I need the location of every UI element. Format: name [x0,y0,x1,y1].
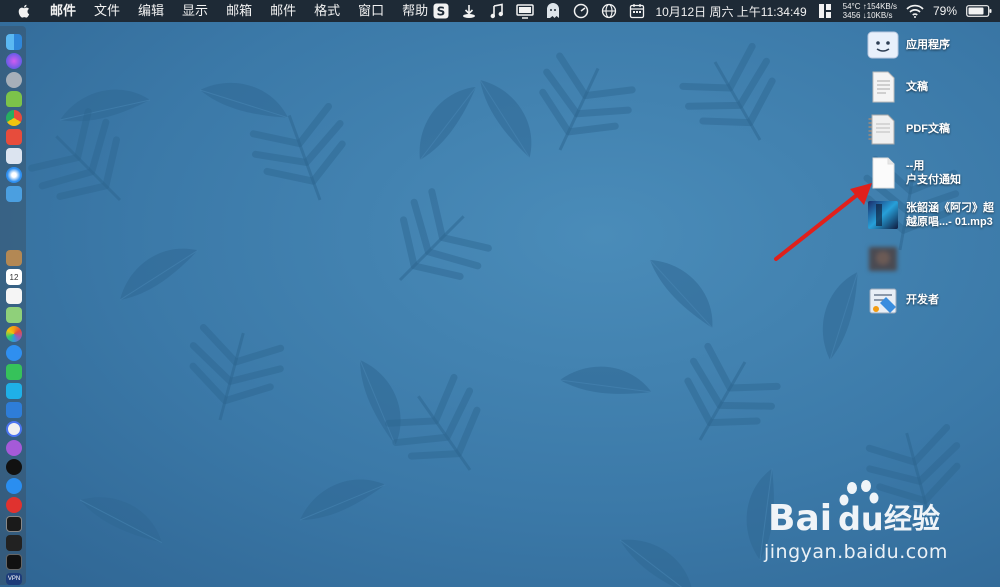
photos-icon[interactable] [6,326,22,342]
menu-bar: 邮件 文件 编辑 显示 邮箱 邮件 格式 窗口 帮助 S 10月12日 周六 上… [0,0,1000,22]
music-icon[interactable] [6,421,22,437]
menu-message[interactable]: 邮件 [261,0,305,22]
pdf-document-icon [868,114,895,145]
notes-brown-icon[interactable] [6,250,22,266]
desktop-item-mp3[interactable]: 张韶涵《阿刁》超 越原唱...- 01.mp3 [866,198,1000,232]
preview-photos-icon[interactable] [6,186,22,202]
desktop-item-pdf-documents[interactable]: PDF文稿 [866,112,1000,146]
desktop-item-label: 应用程序 [906,39,950,51]
baidu-du-text: du [838,500,884,538]
messages-icon[interactable] [6,345,22,361]
safari-icon[interactable] [6,167,22,183]
calendar-app-icon[interactable]: 12 [6,269,22,285]
desktop-item-payment-notice[interactable]: --用 户支付通知 [866,156,1000,190]
menu-mail-app[interactable]: 邮件 [44,0,85,22]
menu-file[interactable]: 文件 [85,0,129,22]
baidu-brand-text: Bai [768,498,832,538]
battery-percent[interactable]: 79% [933,4,957,18]
vpn-label: VPN [7,576,21,582]
baidu-url: jingyan.baidu.com [764,541,948,563]
baidu-jingyan-watermark: Bai du 经验 jingyan.baidu.com [760,478,960,568]
desktop-item-label: 张韶涵《阿刁》超 越原唱...- 01.mp3 [906,202,994,228]
network-stats[interactable]: 54°C ↑154KB/s 3456 ↓10KB/s [843,2,897,20]
cpu-temp-upload: 54°C ↑154KB/s [842,2,897,11]
desktop-item-label: 开发者 [906,294,939,306]
calendar-mini-icon[interactable] [6,129,22,145]
finder-folder-icon [867,31,899,59]
download-icon[interactable] [460,3,478,19]
clock-datetime[interactable]: 10月12日 周六 上午11:34:49 [655,3,806,20]
sogou-input-icon[interactable]: S [432,3,450,19]
activity-monitor-icon[interactable] [6,535,22,551]
menu-edit[interactable]: 编辑 [129,0,173,22]
calendar-icon[interactable] [628,3,646,19]
launchpad-icon[interactable] [6,72,22,88]
ghost-icon[interactable] [544,3,562,19]
apple-tv-icon[interactable] [6,459,22,475]
globe-icon[interactable] [600,3,618,19]
baidu-logo: Bai du 经验 [768,480,940,538]
desktop-item-label: --用 户支付通知 [906,160,961,186]
siri-icon[interactable] [6,53,22,69]
terminal-dark-icon[interactable] [6,554,22,570]
app-store-icon[interactable] [6,478,22,494]
dock: 12 VPN [0,26,26,585]
podcasts-icon[interactable] [6,440,22,456]
desktop-item-label: 文稿 [906,81,928,93]
document-icon [872,71,895,103]
developer-folder-icon [869,288,897,314]
finder-icon[interactable] [6,34,22,50]
wifi-icon[interactable] [906,3,924,19]
apple-menu-icon[interactable] [16,3,30,19]
battery-icon[interactable] [966,3,992,19]
desktop-item-documents[interactable]: 文稿 [866,70,1000,104]
chrome-icon[interactable] [6,110,22,126]
svg-text:S: S [437,5,446,19]
desktop-item-developer[interactable]: 开发者 [866,283,1000,317]
reminders-icon[interactable] [6,288,22,304]
keynote-icon[interactable] [6,402,22,418]
jingyan-text: 经验 [884,502,940,535]
android-icon[interactable] [6,91,22,107]
music-note-icon[interactable] [488,3,506,19]
red-arrow-annotation [774,183,872,261]
vpn-icon[interactable]: VPN [6,573,22,585]
screen-share-icon[interactable] [516,3,535,19]
terminal-icon[interactable] [6,516,22,532]
menu-view[interactable]: 显示 [173,0,217,22]
menu-mailbox[interactable]: 邮箱 [217,0,261,22]
calendar-day: 12 [9,273,19,282]
vivaldi-icon[interactable] [6,497,22,513]
window-manager-icon[interactable] [816,3,834,19]
fan-download: 3456 ↓10KB/s [842,11,893,20]
facetime-icon[interactable] [6,364,22,380]
desktop-item-applications[interactable]: 应用程序 [866,28,1000,62]
speed-gauge-icon[interactable] [572,3,590,19]
menu-window[interactable]: 窗口 [349,0,393,22]
maps-icon[interactable] [6,307,22,323]
desktop-item-blurred[interactable] [866,242,1000,276]
menu-format[interactable]: 格式 [305,0,349,22]
preview-icon[interactable] [6,148,22,164]
messages-badge-icon[interactable] [6,383,22,399]
desktop-item-label: PDF文稿 [906,123,950,135]
